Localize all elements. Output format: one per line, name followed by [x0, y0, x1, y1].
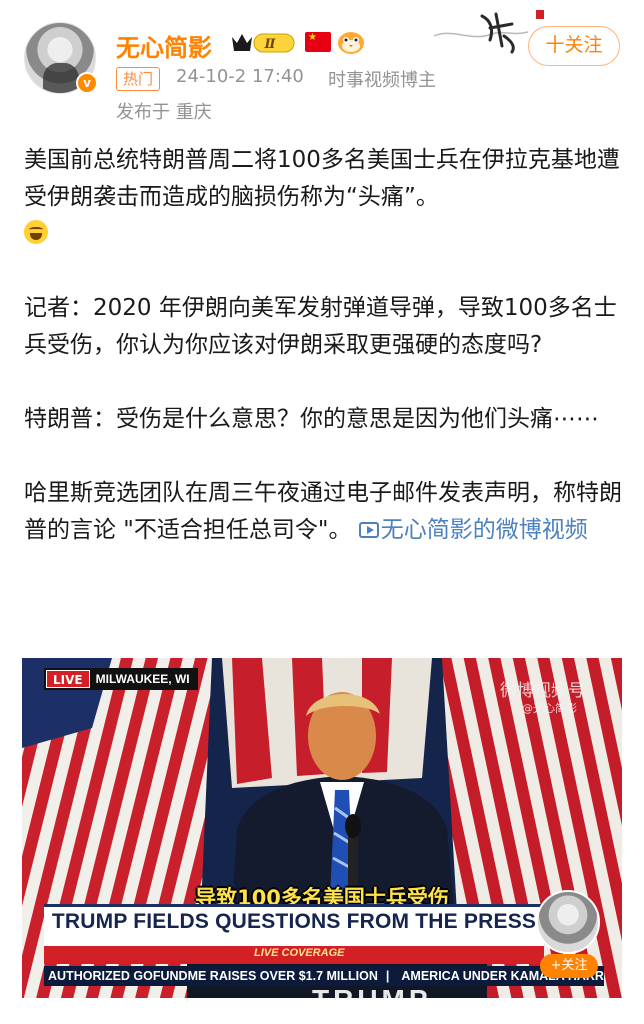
user-name[interactable]: 无心简影: [116, 28, 212, 63]
laugh-cry-emoji-icon: [24, 220, 48, 244]
crown-level-text: Ⅱ: [264, 37, 277, 52]
post-timestamp: 24-10-2 17:40: [176, 66, 304, 87]
chyron-text: TRUMP FIELDS QUESTIONS FROM THE PRESS: [51, 910, 537, 933]
video-player[interactable]: LIVE MILWAUKEE, WI 微博视频号 @无心简影 导致100多名美国…: [22, 658, 622, 998]
video-watermark: 微博视频号: [500, 681, 585, 701]
video-play-icon: [358, 522, 379, 538]
live-tag: LIVE: [46, 670, 90, 688]
hot-tag: 热门: [116, 67, 161, 91]
crown-level-icon: Ⅱ: [232, 33, 295, 53]
post-header: v 无心简影 Ⅱ ★ 热门 24-10-2 17:40 时事视频博主 发布于 重…: [0, 0, 644, 130]
china-flag-icon: ★: [305, 32, 331, 52]
video-watermark-user: @无心简影: [522, 702, 577, 715]
live-coverage-text: LIVE COVERAGE: [254, 947, 345, 959]
post-content: 美国前总统特朗普周二将100多名美国士兵在伊拉克基地遭受伊朗袭击而造成的脑损伤称…: [24, 142, 624, 549]
live-location: MILWAUKEE, WI: [95, 672, 190, 686]
post-paragraph-3: 特朗普：受伤是什么意思？你的意思是因为他们头痛⋯⋯: [24, 406, 599, 432]
paragraph-1-text: 美国前总统特朗普周二将100多名美国士兵在伊拉克基地遭受伊朗袭击而造成的脑损伤称…: [24, 147, 620, 210]
live-location-bar: LIVE MILWAUKEE, WI: [44, 668, 198, 690]
video-link-text: 无心简影的微博视频: [380, 517, 588, 543]
video-link[interactable]: 无心简影的微博视频: [358, 517, 588, 543]
user-avatar[interactable]: v: [24, 22, 98, 94]
verified-badge-icon: v: [76, 72, 98, 94]
author-category: 时事视频博主: [328, 70, 436, 91]
news-ticker: AUTHORIZED GOFUNDME RAISES OVER $1.7 MIL…: [44, 966, 604, 986]
live-coverage-bar: LIVE COVERAGE: [44, 946, 544, 964]
post-paragraph-2: 记者：2020 年伊朗向美军发射弹道导弹，导致100多名士兵受伤，你认为你应该对…: [24, 295, 617, 358]
post-paragraph-1: 美国前总统特朗普周二将100多名美国士兵在伊拉克基地遭受伊朗袭击而造成的脑损伤称…: [24, 142, 624, 253]
post-paragraph-4: 哈里斯竞选团队在周三午夜通过电子邮件发表声明，称特朗普的言论 "不适合担任总司令…: [24, 475, 624, 549]
post-location: 发布于 重庆: [116, 102, 212, 123]
video-author-avatar[interactable]: [536, 890, 600, 954]
video-follow-button[interactable]: +关注: [540, 954, 598, 978]
bird-badge-icon: [338, 32, 364, 54]
ticker-item-1: AUTHORIZED GOFUNDME RAISES OVER $1.7 MIL…: [48, 969, 378, 983]
follow-button[interactable]: 十关注: [528, 26, 620, 66]
ticker-separator: |: [385, 969, 390, 983]
podium-text: TRUMP: [312, 984, 432, 998]
news-chyron: TRUMP FIELDS QUESTIONS FROM THE PRESS: [44, 904, 544, 946]
